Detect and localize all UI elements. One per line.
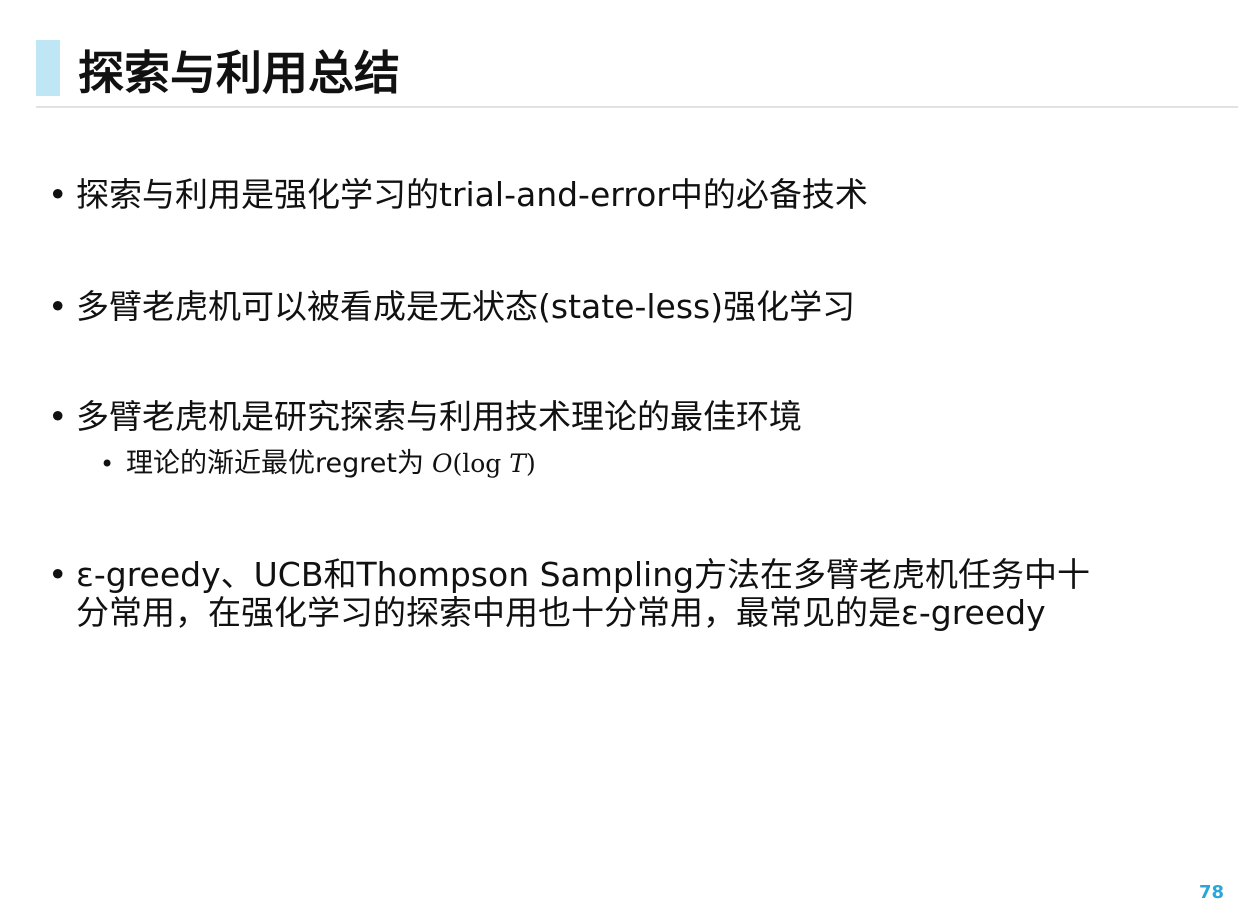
bullet-text-line2: 分常用，在强化学习的探索中用也十分常用，最常见的是ε-greedy: [76, 593, 1046, 632]
bullet-text: 多臂老虎机是研究探索与利用技术理论的最佳环境: [76, 397, 802, 436]
bullet-marker: •: [48, 287, 68, 326]
title-divider: [36, 106, 1238, 108]
formula-close-paren: ): [525, 449, 536, 478]
bullet-marker: •: [48, 555, 68, 594]
big-o-symbol: O: [431, 449, 453, 478]
formula-open-paren: (: [452, 449, 463, 478]
title-accent-bar: [36, 40, 60, 96]
regret-formula: O(log T): [432, 449, 536, 478]
formula-T: T: [509, 449, 526, 478]
sub-bullet-marker: •: [100, 450, 115, 478]
sub-bullet-text-wrap: 理论的渐近最优regret为 O(log T): [126, 447, 536, 481]
bullet-marker: •: [48, 175, 68, 214]
slide-title: 探索与利用总结: [78, 46, 400, 100]
sub-bullet-text: 理论的渐近最优regret为: [126, 448, 424, 479]
bullet-text-line1: ε-greedy、UCB和Thompson Sampling方法在多臂老虎机任务…: [76, 555, 1091, 594]
page-number: 78: [1198, 882, 1224, 903]
bullet-text: 多臂老虎机可以被看成是无状态(state-less)强化学习: [76, 287, 856, 326]
formula-log: log: [462, 449, 502, 478]
bullet-text: 探索与利用是强化学习的trial-and-error中的必备技术: [76, 175, 868, 214]
bullet-marker: •: [48, 397, 68, 436]
